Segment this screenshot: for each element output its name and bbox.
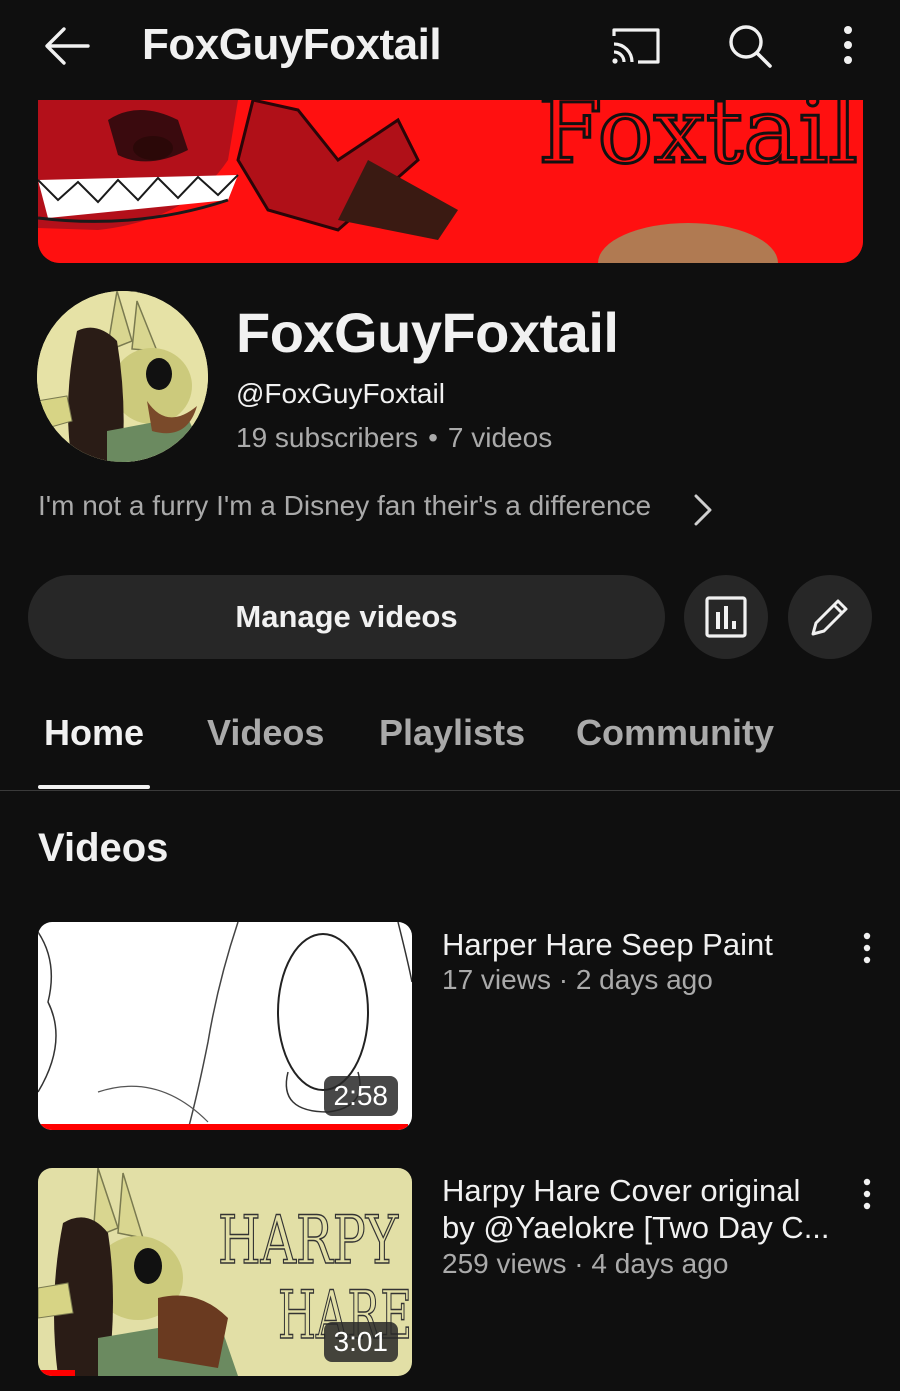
video-count: 7 videos (447, 422, 553, 453)
more-vertical-icon (844, 26, 852, 64)
video-duration: 3:01 (323, 1322, 398, 1362)
video-meta: 259 views · 4 days ago (442, 1248, 729, 1279)
pencil-icon (811, 599, 848, 636)
video-more-button[interactable] (852, 928, 882, 968)
cast-icon (612, 28, 660, 64)
tab-home[interactable]: Home (44, 712, 144, 754)
video-title[interactable]: Harper Hare Seep Paint (442, 926, 832, 963)
top-app-bar: FoxGuyFoxtail (0, 0, 900, 95)
description-text: I'm not a furry I'm a Disney fan their's… (38, 490, 652, 521)
chevron-right-icon (694, 494, 712, 526)
avatar-artwork (37, 291, 208, 462)
stats-separator: • (428, 422, 438, 453)
thumbnail-text-1: HARPY (218, 1202, 399, 1279)
channel-name: FoxGuyFoxtail (236, 301, 619, 364)
watch-progress-bar (38, 1370, 76, 1376)
video-duration: 2:58 (323, 1076, 398, 1116)
channel-description[interactable]: I'm not a furry I'm a Disney fan their's… (38, 490, 738, 532)
channel-handle: @FoxGuyFoxtail (236, 378, 445, 409)
more-vertical-icon (863, 932, 871, 964)
cast-button[interactable] (608, 22, 664, 70)
banner-text: Foxtail (538, 100, 858, 184)
video-title[interactable]: Harpy Hare Cover original by @Yaelokre [… (442, 1172, 832, 1246)
tab-playlists[interactable]: Playlists (379, 712, 525, 754)
watch-progress-bar (38, 1124, 409, 1130)
subscriber-count: 19 subscribers (236, 422, 419, 453)
edit-channel-button[interactable] (788, 575, 872, 659)
search-icon (729, 25, 772, 68)
back-button[interactable] (40, 22, 92, 70)
channel-stats: 19 subscribers • 7 videos (236, 422, 552, 454)
analytics-button[interactable] (684, 575, 768, 659)
page-title: FoxGuyFoxtail (142, 20, 442, 69)
search-button[interactable] (722, 20, 776, 72)
more-options-button[interactable] (828, 20, 868, 72)
active-tab-indicator (38, 785, 150, 789)
section-title-videos: Videos (38, 826, 169, 870)
video-thumbnail[interactable]: HARPY HARE 3:01 (38, 1168, 412, 1376)
manage-videos-button[interactable]: Manage videos (28, 575, 665, 659)
video-more-button[interactable] (852, 1174, 882, 1214)
channel-avatar[interactable] (37, 291, 208, 462)
channel-tabs: Home Videos Playlists Community (0, 690, 900, 791)
video-item[interactable]: HARPY HARE 3:01 Harpy Hare Cover origina… (0, 1168, 900, 1376)
tab-videos[interactable]: Videos (207, 712, 324, 754)
banner-artwork: Foxtail (38, 100, 863, 263)
video-thumbnail[interactable]: 2:58 (38, 922, 412, 1130)
more-vertical-icon (863, 1178, 871, 1210)
manage-videos-label: Manage videos (235, 599, 458, 634)
channel-banner: Foxtail (38, 100, 863, 263)
analytics-icon (705, 596, 747, 638)
tab-community[interactable]: Community (576, 712, 774, 754)
video-meta: 17 views · 2 days ago (442, 964, 713, 995)
arrow-left-icon (45, 27, 90, 65)
video-item[interactable]: 2:58 Harper Hare Seep Paint 17 views · 2… (0, 922, 900, 1130)
